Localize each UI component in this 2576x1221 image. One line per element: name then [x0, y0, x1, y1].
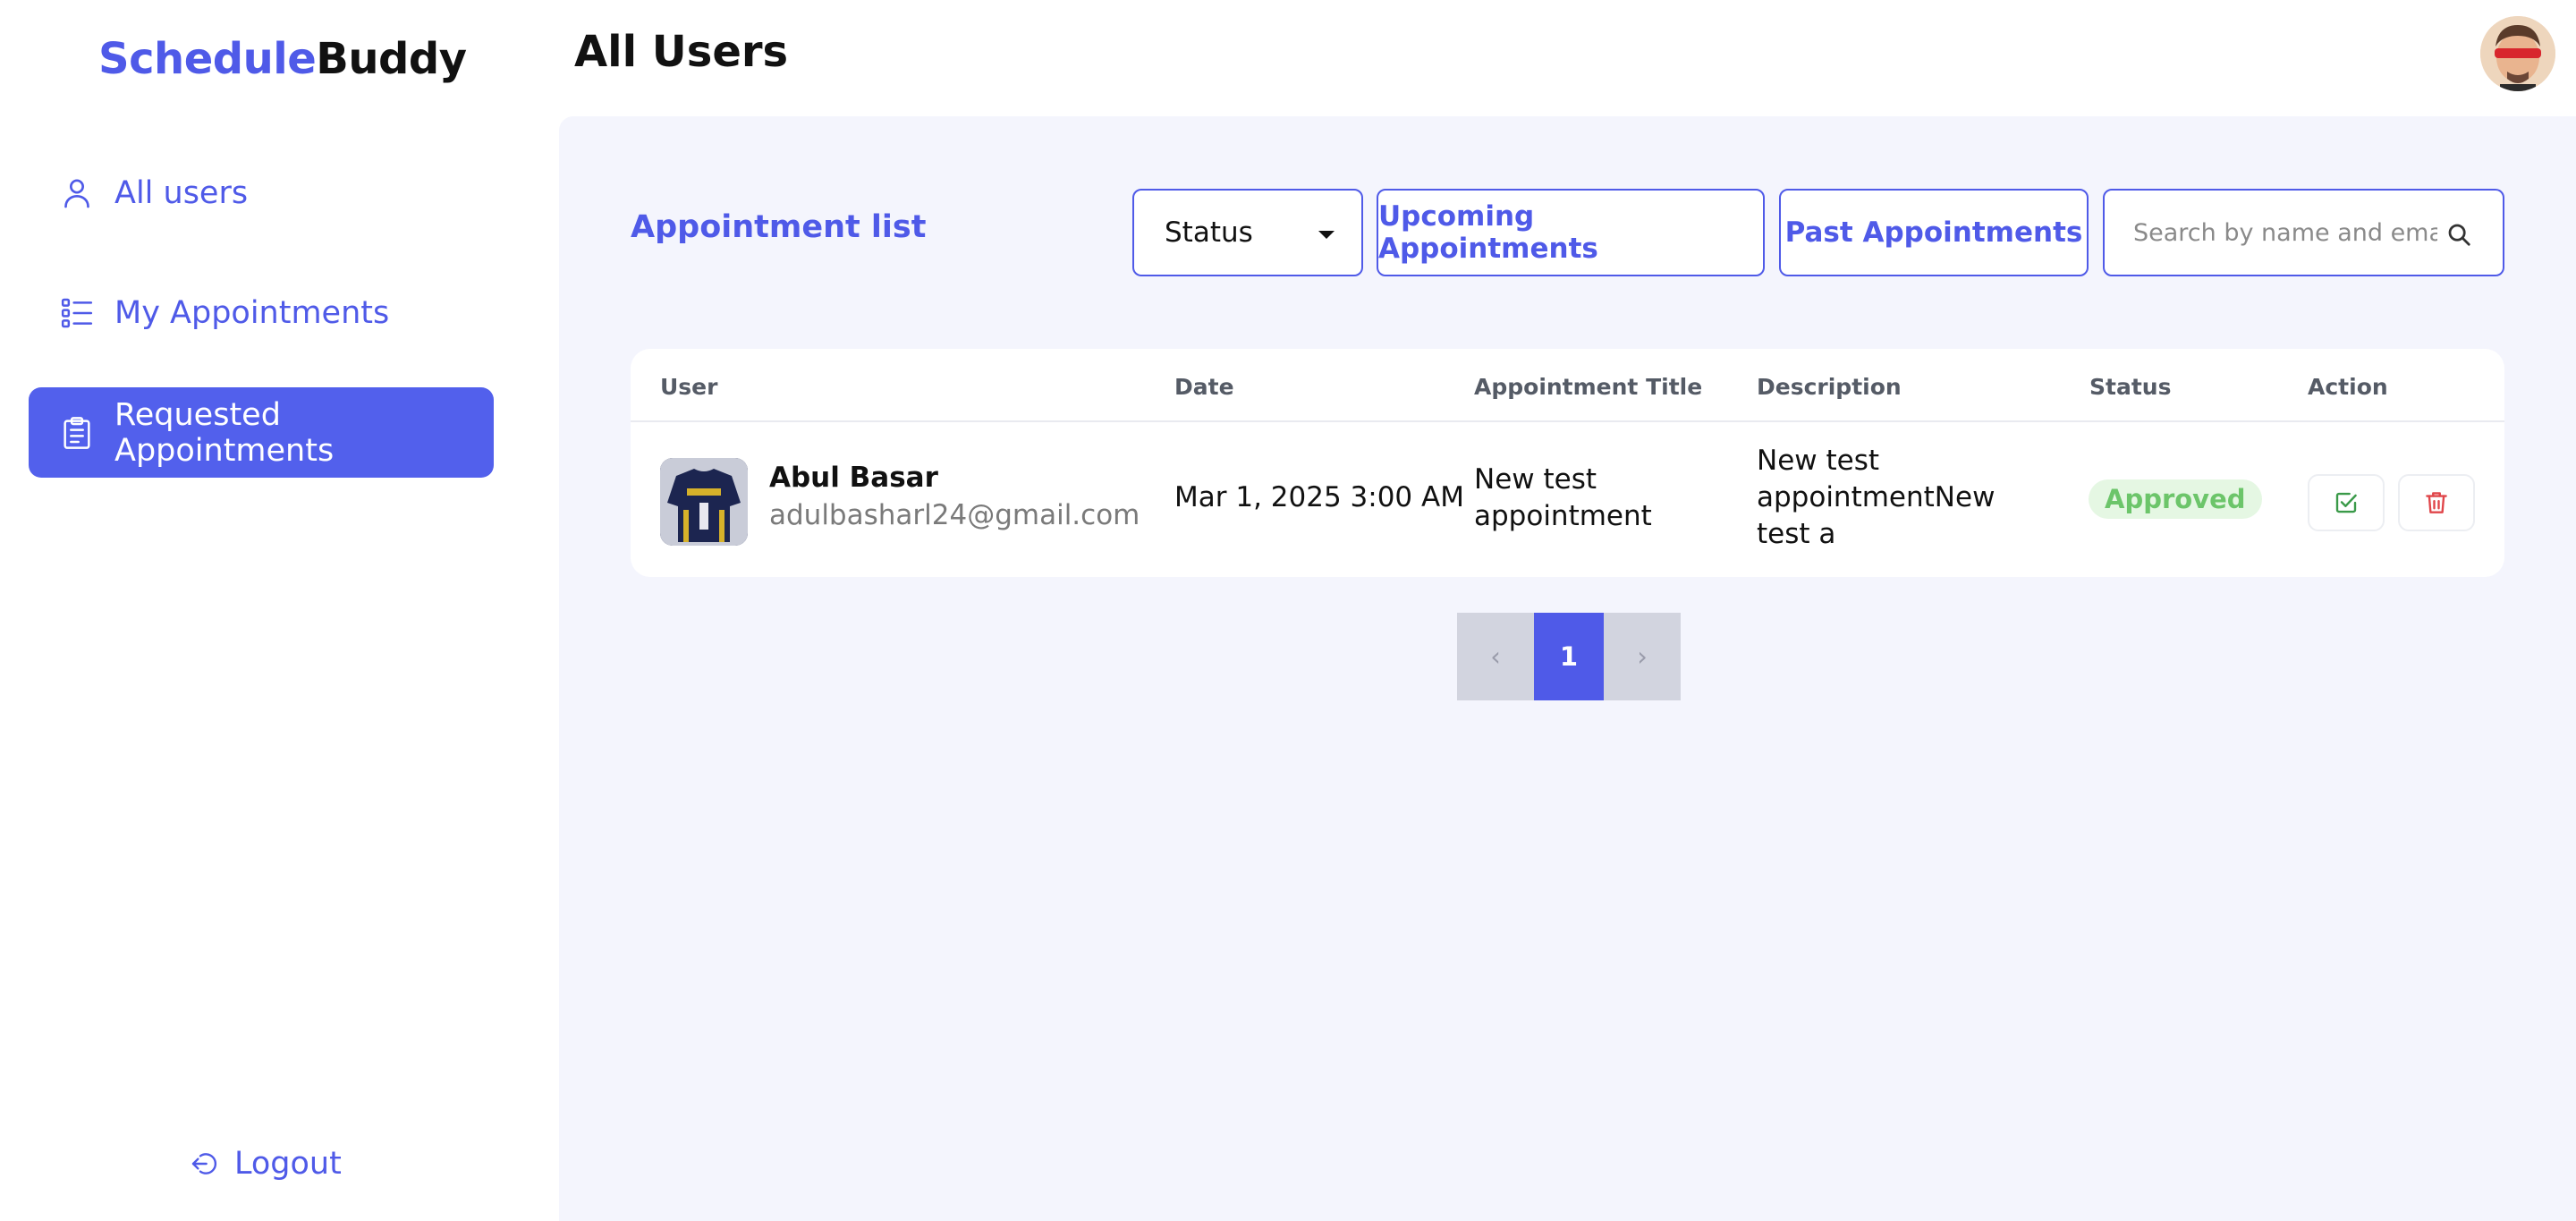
user-name: Abul Basar: [769, 462, 938, 494]
column-header-action: Action: [2308, 374, 2388, 400]
sidebar-item-label: Requested Appointments: [114, 396, 335, 469]
appointment-date: Mar 1, 2025 3:00 AM: [1174, 481, 1464, 513]
logout-button[interactable]: Logout: [190, 1141, 342, 1186]
description-line: appointmentNew: [1757, 481, 1996, 513]
avatar[interactable]: [2480, 16, 2555, 91]
appointment-title: New test appointment: [1474, 462, 1652, 535]
table-header: User Date Appointment Title Description …: [631, 349, 2504, 422]
column-header-user: User: [660, 374, 718, 400]
list-icon: [59, 295, 95, 331]
clipboard-icon: [59, 415, 95, 451]
user-photo: [660, 458, 748, 546]
column-header-description: Description: [1757, 374, 1902, 400]
trash-icon: [2426, 492, 2447, 513]
appointment-title-line: appointment: [1474, 500, 1652, 532]
check-square-icon: [2335, 492, 2357, 513]
pagination-prev-button[interactable]: ‹: [1457, 613, 1534, 700]
search-icon[interactable]: [2445, 221, 2472, 248]
approve-button[interactable]: [2308, 474, 2385, 531]
user-email: adulbasharl24@gmail.com: [769, 499, 1140, 531]
page-title: All Users: [574, 27, 789, 77]
sidebar-item-label: All users: [114, 175, 249, 211]
sidebar-item-requested-appointments[interactable]: Requested Appointments: [29, 387, 494, 478]
table-row: Abul Basar adulbasharl24@gmail.com Mar 1…: [631, 424, 2504, 577]
pagination: ‹ 1 ›: [1457, 613, 1681, 700]
sidebar-item-my-appointments[interactable]: My Appointments: [29, 288, 494, 338]
caret-down-icon: [1318, 231, 1335, 239]
description-line: test a: [1757, 518, 1836, 550]
sidebar-item-label: My Appointments: [114, 295, 390, 331]
past-appointments-button[interactable]: Past Appointments: [1779, 189, 2089, 276]
user-icon: [59, 175, 95, 211]
pagination-next-button[interactable]: ›: [1604, 613, 1681, 700]
column-header-date: Date: [1174, 374, 1234, 400]
status-select-value: Status: [1165, 216, 1253, 249]
status-select[interactable]: Status: [1132, 189, 1363, 276]
status-badge: Approved: [2089, 479, 2262, 519]
sidebar-item-all-users[interactable]: All users: [29, 168, 494, 218]
brand-part-schedule: Schedule: [98, 34, 317, 84]
appointment-title-line: New test: [1474, 463, 1597, 496]
logout-label: Logout: [234, 1146, 342, 1182]
logout-icon: [191, 1153, 217, 1174]
description-line: New test: [1757, 445, 1880, 477]
upcoming-appointments-button[interactable]: Upcoming Appointments: [1377, 189, 1765, 276]
brand-part-buddy: Buddy: [316, 34, 467, 84]
app-root: ScheduleBuddy All users My Appointments …: [0, 0, 2576, 1221]
appointment-description: New test appointmentNew test a: [1757, 443, 1995, 553]
sidebar: ScheduleBuddy All users My Appointments …: [0, 0, 559, 1221]
brand-logo[interactable]: ScheduleBuddy: [98, 34, 467, 84]
search-input[interactable]: [2133, 218, 2437, 247]
appointment-list-title: Appointment list: [631, 209, 927, 245]
appointments-table: User Date Appointment Title Description …: [631, 349, 2504, 577]
delete-button[interactable]: [2398, 474, 2475, 531]
column-header-title: Appointment Title: [1474, 374, 1703, 400]
main-panel: Appointment list Status Upcoming Appoint…: [559, 116, 2576, 1221]
search-box: [2103, 189, 2504, 276]
column-header-status: Status: [2089, 374, 2172, 400]
pagination-page-button[interactable]: 1: [1534, 613, 1604, 700]
